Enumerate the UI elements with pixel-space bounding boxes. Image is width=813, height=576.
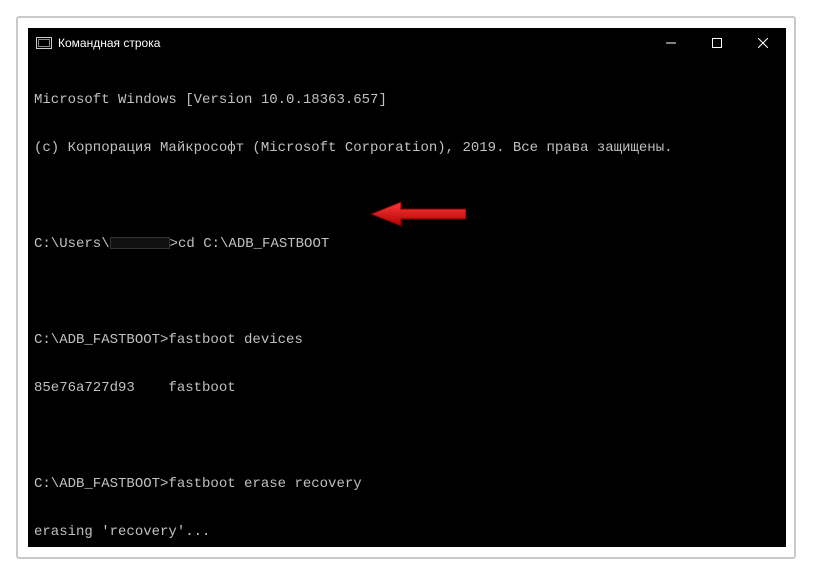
terminal-line: 85e76a727d93 fastboot xyxy=(34,380,780,396)
terminal-line xyxy=(34,188,780,204)
cmd-icon xyxy=(36,37,52,49)
cmd-window: Командная строка Microsoft Windows [Vers… xyxy=(28,28,786,547)
terminal-line: C:\Users\>cd C:\ADB_FASTBOOT xyxy=(34,236,780,252)
terminal-line xyxy=(34,284,780,300)
terminal-line: Microsoft Windows [Version 10.0.18363.65… xyxy=(34,92,780,108)
minimize-button[interactable] xyxy=(648,28,694,58)
outer-frame: Командная строка Microsoft Windows [Vers… xyxy=(16,16,796,559)
terminal-line: C:\ADB_FASTBOOT>fastboot erase recovery xyxy=(34,476,780,492)
terminal-line: C:\ADB_FASTBOOT>fastboot devices xyxy=(34,332,780,348)
titlebar: Командная строка xyxy=(28,28,786,58)
terminal-line xyxy=(34,428,780,444)
terminal-line: erasing 'recovery'... xyxy=(34,524,780,540)
redacted-username xyxy=(110,237,170,249)
maximize-button[interactable] xyxy=(694,28,740,58)
terminal-output[interactable]: Microsoft Windows [Version 10.0.18363.65… xyxy=(28,58,786,547)
close-button[interactable] xyxy=(740,28,786,58)
terminal-line: (c) Корпорация Майкрософт (Microsoft Cor… xyxy=(34,140,780,156)
window-title: Командная строка xyxy=(58,36,160,50)
